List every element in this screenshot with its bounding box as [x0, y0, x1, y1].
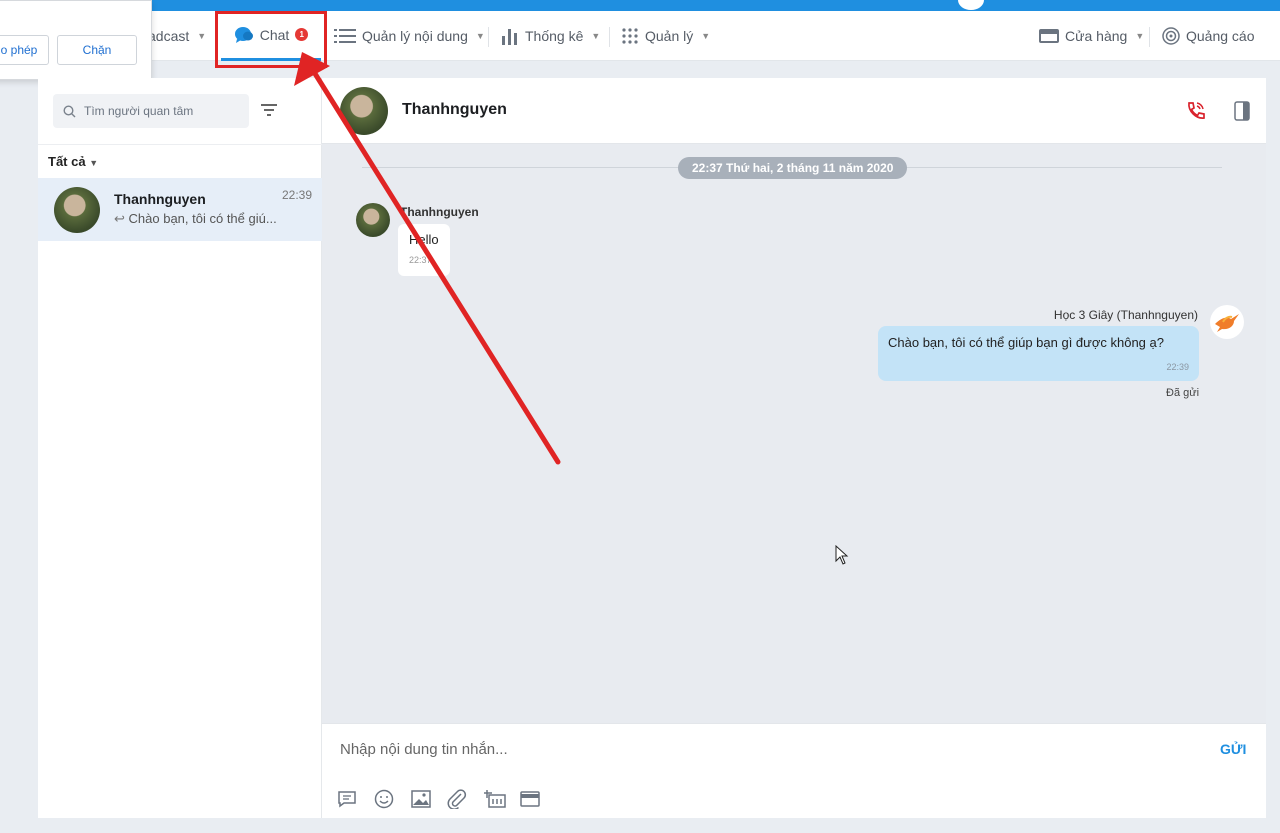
- message-time: 22:39: [1166, 362, 1189, 372]
- conversation-name: Thanhnguyen: [114, 191, 206, 207]
- incoming-message-bubble[interactable]: Hello 22:37: [398, 224, 450, 276]
- date-separator: 22:37 Thứ hai, 2 tháng 11 năm 2020: [678, 157, 908, 179]
- chevron-down-icon: ▼: [591, 31, 601, 41]
- filter-icon[interactable]: [260, 102, 278, 118]
- nav-divider: [488, 27, 489, 47]
- nav-store-label: Cửa hàng: [1065, 28, 1128, 44]
- target-icon: [1162, 27, 1180, 45]
- bird-logo-icon: [1210, 305, 1244, 339]
- message-composer: GỬI: [322, 723, 1266, 818]
- avatar[interactable]: [340, 87, 388, 135]
- conversation-preview-text: Chào bạn, tôi có thể giú...: [128, 211, 277, 226]
- store-icon: [1039, 29, 1059, 43]
- nav-store[interactable]: Cửa hàng ▼: [1039, 11, 1144, 61]
- nav-divider: [1149, 27, 1150, 47]
- reply-icon: ↩: [114, 211, 125, 226]
- chat-panel: Thanhnguyen 22:37 Thứ hai, 2 tháng 11 nă…: [322, 78, 1266, 818]
- nav-statistics[interactable]: Thống kê ▼: [501, 11, 600, 61]
- search-placeholder: Tìm người quan tâm: [84, 104, 194, 118]
- top-circle-icon: [958, 0, 984, 10]
- nav-broadcast[interactable]: adcast ▼: [148, 11, 206, 61]
- screen-capture-icon[interactable]: [482, 789, 508, 809]
- message-sender: Thanhnguyen: [400, 205, 479, 219]
- permission-popup: o phép Chặn: [0, 0, 152, 80]
- search-icon: [63, 104, 76, 117]
- chevron-down-icon: ▼: [89, 158, 99, 168]
- nav-statistics-label: Thống kê: [525, 28, 584, 44]
- nav-ads-label: Quảng cáo: [1186, 28, 1255, 44]
- avatar[interactable]: [356, 203, 390, 237]
- chat-title: Thanhnguyen: [402, 101, 507, 118]
- allow-button[interactable]: o phép: [0, 35, 49, 65]
- side-panel-toggle-icon[interactable]: [1231, 100, 1253, 122]
- conversation-item[interactable]: Thanhnguyen 22:39 ↩ Chào bạn, tôi có thể…: [38, 178, 322, 241]
- conversation-time: 22:39: [282, 188, 313, 202]
- chevron-down-icon: ▼: [1135, 31, 1145, 41]
- avatar: [54, 187, 100, 233]
- message-text: Chào bạn, tôi có thể giúp bạn gì được kh…: [888, 335, 1164, 350]
- top-accent-bar: [0, 0, 1280, 11]
- conversation-filter-dropdown[interactable]: Tất cả ▼: [48, 154, 98, 169]
- image-icon[interactable]: [410, 789, 432, 809]
- annotation-highlight-box: [215, 11, 327, 68]
- block-button[interactable]: Chặn: [57, 35, 137, 65]
- conversation-filter-label: Tất cả: [48, 154, 86, 169]
- chevron-down-icon: ▼: [475, 31, 485, 41]
- nav-ads[interactable]: Quảng cáo: [1162, 11, 1255, 61]
- nav-broadcast-label: adcast: [148, 28, 190, 44]
- message-text: Hello: [409, 232, 439, 247]
- message-sender: Học 3 Giây (Thanhnguyen): [1053, 308, 1198, 322]
- bar-chart-icon: [502, 29, 517, 45]
- send-button[interactable]: GỬI: [1220, 741, 1246, 757]
- nav-divider: [609, 27, 610, 47]
- message-input[interactable]: [340, 737, 1160, 761]
- search-box[interactable]: Tìm người quan tâm: [53, 94, 249, 128]
- conversation-sidebar: Tìm người quan tâm Tất cả ▼ Thanhnguyen …: [38, 78, 322, 818]
- quick-message-icon[interactable]: [336, 789, 358, 809]
- phone-call-icon[interactable]: [1184, 100, 1206, 122]
- card-icon[interactable]: [519, 789, 541, 809]
- sidebar-divider: [38, 144, 322, 145]
- chat-header: Thanhnguyen: [322, 78, 1266, 144]
- message-status: Đã gửi: [1166, 387, 1200, 399]
- nav-management-label: Quản lý: [645, 28, 694, 44]
- outgoing-message-bubble[interactable]: Chào bạn, tôi có thể giúp bạn gì được kh…: [878, 326, 1199, 381]
- nav-content-management[interactable]: Quản lý nội dung ▼: [334, 11, 485, 61]
- list-icon: [334, 29, 356, 43]
- message-time: 22:37: [409, 255, 432, 265]
- conversation-preview: ↩ Chào bạn, tôi có thể giú...: [114, 211, 277, 227]
- nav-content-label: Quản lý nội dung: [362, 28, 468, 44]
- attachment-icon[interactable]: [446, 789, 468, 809]
- grid-icon: [622, 28, 638, 44]
- emoji-icon[interactable]: [373, 789, 395, 809]
- chevron-down-icon: ▼: [197, 31, 207, 41]
- mouse-cursor-icon: [835, 545, 849, 565]
- nav-management[interactable]: Quản lý ▼: [621, 11, 710, 61]
- top-navigation: adcast ▼ Chat 1 Quản lý nội dung ▼ Thống…: [0, 11, 1280, 61]
- chevron-down-icon: ▼: [701, 31, 711, 41]
